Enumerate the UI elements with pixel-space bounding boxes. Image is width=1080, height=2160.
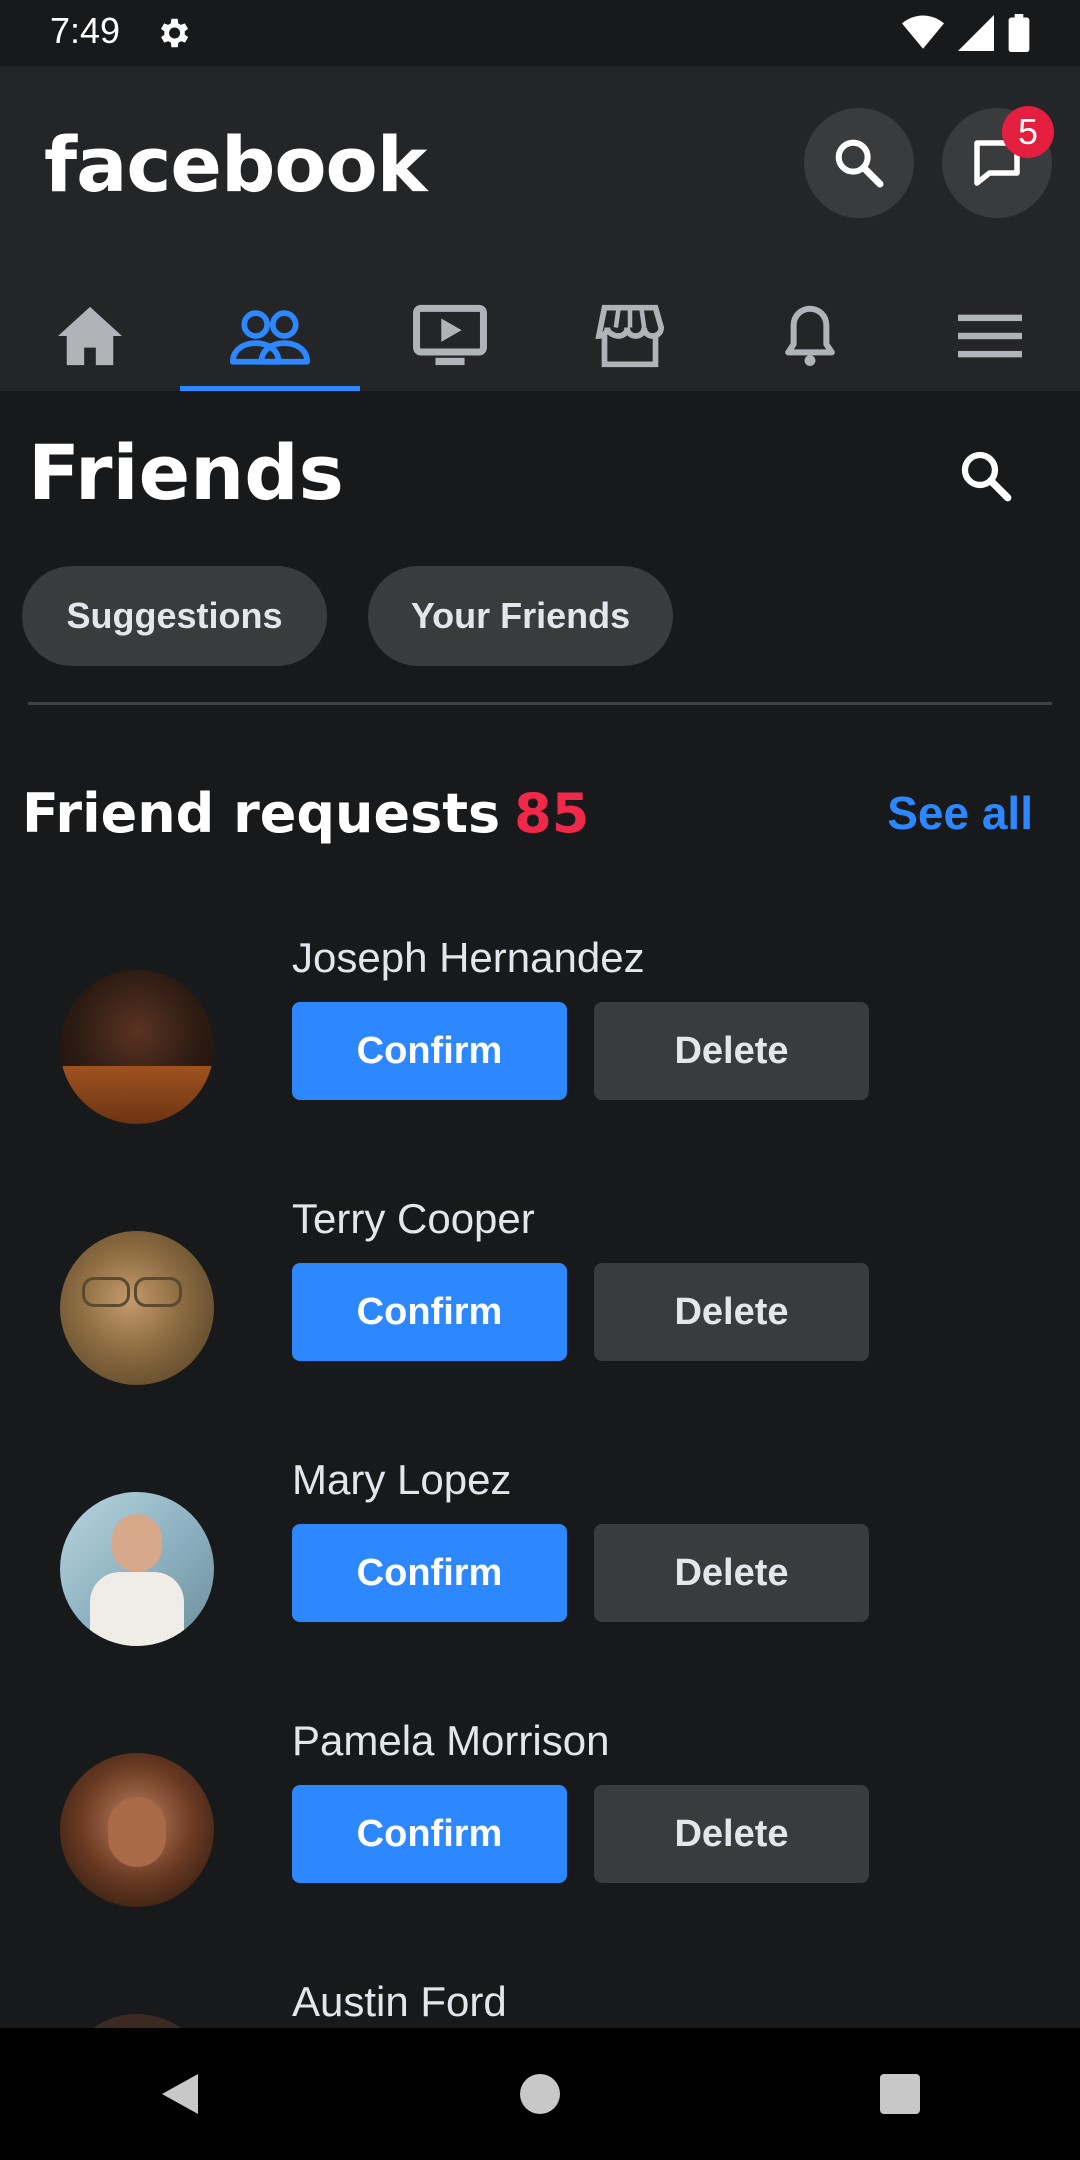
friend-requests-title: Friend requests bbox=[22, 782, 501, 845]
system-nav-bar bbox=[0, 2028, 1080, 2160]
avatar[interactable] bbox=[60, 2014, 214, 2028]
see-all-link[interactable]: See all bbox=[887, 786, 1033, 840]
requester-name[interactable]: Terry Cooper bbox=[292, 1195, 535, 1243]
video-icon bbox=[413, 304, 487, 365]
status-icons bbox=[902, 14, 1030, 52]
status-bar: 7:49 bbox=[0, 0, 1080, 66]
avatar[interactable] bbox=[60, 1231, 214, 1385]
avatar[interactable] bbox=[60, 970, 214, 1124]
tab-marketplace[interactable] bbox=[540, 280, 720, 391]
requester-name[interactable]: Mary Lopez bbox=[292, 1456, 511, 1504]
menu-icon bbox=[958, 314, 1022, 357]
requester-name[interactable]: Austin Ford bbox=[292, 1984, 507, 2026]
delete-button[interactable]: Delete bbox=[594, 1524, 869, 1622]
your-friends-chip[interactable]: Your Friends bbox=[368, 566, 673, 666]
recents-square-icon[interactable] bbox=[878, 2072, 922, 2116]
status-time: 7:49 bbox=[50, 10, 121, 51]
avatar[interactable] bbox=[60, 1492, 214, 1646]
avatar[interactable] bbox=[60, 1753, 214, 1907]
notification-badge: 5 bbox=[1002, 106, 1054, 158]
friend-requests-count: 85 bbox=[514, 782, 590, 845]
tab-bar bbox=[0, 280, 1080, 391]
delete-button[interactable]: Delete bbox=[594, 1263, 869, 1361]
search-icon bbox=[835, 139, 884, 188]
friend-request-row: Joseph Hernandez Confirm Delete bbox=[0, 934, 1080, 1140]
battery-icon bbox=[1008, 14, 1030, 52]
friends-icon bbox=[230, 309, 310, 365]
marketplace-icon bbox=[595, 304, 665, 367]
wifi-icon bbox=[902, 15, 944, 49]
app-bar: facebook 5 bbox=[0, 66, 1080, 391]
requester-name[interactable]: Pamela Morrison bbox=[292, 1717, 609, 1765]
back-icon[interactable] bbox=[158, 2070, 202, 2118]
tab-menu[interactable] bbox=[900, 280, 1080, 391]
tab-notifications[interactable] bbox=[720, 280, 900, 391]
tab-friends[interactable] bbox=[180, 280, 360, 391]
search-icon bbox=[961, 451, 1012, 502]
friend-request-row: Terry Cooper Confirm Delete bbox=[0, 1195, 1080, 1401]
tab-watch[interactable] bbox=[360, 280, 540, 391]
confirm-button[interactable]: Confirm bbox=[292, 1785, 567, 1883]
search-button[interactable] bbox=[804, 108, 914, 218]
friend-request-row: Pamela Morrison Confirm Delete bbox=[0, 1717, 1080, 1923]
home-circle-icon[interactable] bbox=[518, 2072, 562, 2116]
confirm-button[interactable]: Confirm bbox=[292, 1263, 567, 1361]
page-title: Friends bbox=[28, 428, 344, 517]
friend-requests-heading: Friend requests 85 bbox=[22, 782, 589, 845]
requester-name[interactable]: Joseph Hernandez bbox=[292, 934, 645, 982]
cell-signal-icon bbox=[958, 15, 994, 51]
messenger-button[interactable]: 5 bbox=[942, 106, 1054, 218]
facebook-logo[interactable]: facebook bbox=[44, 120, 427, 209]
suggestions-chip[interactable]: Suggestions bbox=[22, 566, 327, 666]
home-icon bbox=[58, 306, 122, 365]
tab-home[interactable] bbox=[0, 280, 180, 391]
delete-button[interactable]: Delete bbox=[594, 1002, 869, 1100]
divider bbox=[28, 702, 1052, 705]
friend-request-row: Mary Lopez Confirm Delete bbox=[0, 1456, 1080, 1662]
friends-search-button[interactable] bbox=[950, 440, 1022, 512]
delete-button[interactable]: Delete bbox=[594, 1785, 869, 1883]
confirm-button[interactable]: Confirm bbox=[292, 1524, 567, 1622]
confirm-button[interactable]: Confirm bbox=[292, 1002, 567, 1100]
friend-request-row: Austin Ford bbox=[0, 1984, 1080, 2028]
bell-icon bbox=[785, 305, 835, 366]
settings-gear-icon bbox=[160, 18, 189, 48]
